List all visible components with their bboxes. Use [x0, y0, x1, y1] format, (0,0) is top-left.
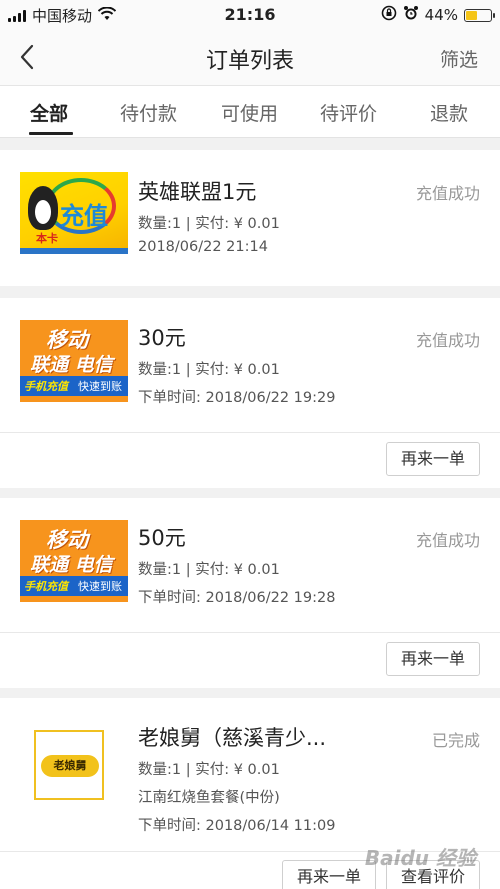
order-tabs: 全部 待付款 可使用 待评价 退款 — [0, 86, 500, 138]
divider — [0, 432, 500, 433]
product-thumbnail: 移动 联通 电信 手机充值 快速到账 — [20, 520, 128, 602]
tab-refund[interactable]: 退款 — [430, 99, 468, 126]
thumb-bar-text: 手机充值 — [24, 580, 68, 593]
battery-percent: 44% — [424, 6, 458, 24]
page-title: 订单列表 — [205, 49, 294, 74]
alarm-icon — [403, 5, 419, 25]
order-card[interactable]: 移动 联通 电信 手机充值 快速到账 50元 充值成功 数量:1 | 实付: ¥… — [0, 498, 500, 688]
tab-usable[interactable]: 可使用 — [221, 99, 278, 126]
rotation-lock-icon — [381, 5, 397, 25]
thumb-text: 充值 — [60, 202, 108, 230]
order-item: 江南红烧鱼套餐(中份) — [138, 790, 280, 806]
brand-logo: 老娘舅 — [41, 755, 99, 777]
order-status: 已完成 — [431, 731, 480, 750]
order-quantity-paid: 数量:1 | 实付: ¥ 0.01 — [138, 562, 280, 578]
active-tab-indicator — [29, 132, 73, 135]
thumb-text-mid: 联通 电信 — [30, 354, 113, 376]
order-card[interactable]: 充值 本卡 英雄联盟1元 充值成功 数量:1 | 实付: ¥ 0.01 2018… — [0, 150, 500, 286]
reorder-button[interactable]: 再来一单 — [282, 860, 376, 889]
order-quantity-paid: 数量:1 | 实付: ¥ 0.01 — [138, 762, 280, 778]
divider — [0, 632, 500, 633]
order-title: 50元 — [138, 526, 186, 550]
tab-all[interactable]: 全部 — [30, 99, 68, 126]
order-time: 下单时间: 2018/06/22 19:29 — [138, 390, 336, 406]
thumb-bar-text: 手机充值 — [24, 380, 68, 393]
thumb-bar-text: 快速到账 — [78, 380, 122, 393]
order-time: 下单时间: 2018/06/22 19:28 — [138, 590, 336, 606]
order-status: 充值成功 — [415, 531, 480, 550]
status-right: 44% — [381, 5, 495, 25]
nav-bar: 订单列表 筛选 — [0, 30, 500, 86]
product-thumbnail: 充值 本卡 — [20, 172, 128, 254]
tab-pending-payment[interactable]: 待付款 — [120, 99, 177, 126]
order-time: 下单时间: 2018/06/14 11:09 — [138, 818, 336, 834]
order-status: 充值成功 — [415, 184, 480, 203]
order-title: 老娘舅（慈溪青少... — [138, 726, 327, 750]
reorder-button[interactable]: 再来一单 — [386, 442, 480, 476]
watermark: Baidu 经验 — [364, 846, 476, 870]
penguin-image — [28, 186, 58, 230]
order-title: 英雄联盟1元 — [138, 180, 257, 204]
thumb-text-mid: 联通 电信 — [30, 554, 113, 576]
status-bar: 中国移动 21:16 44% — [0, 0, 500, 30]
thumb-bar-text: 快速到账 — [78, 580, 122, 593]
battery-icon — [464, 8, 495, 22]
product-thumbnail: 移动 联通 电信 手机充值 快速到账 — [20, 320, 128, 402]
order-time: 2018/06/22 21:14 — [138, 239, 268, 255]
order-title: 30元 — [138, 326, 186, 350]
tab-pending-review[interactable]: 待评价 — [320, 99, 377, 126]
order-card[interactable]: 移动 联通 电信 手机充值 快速到账 30元 充值成功 数量:1 | 实付: ¥… — [0, 298, 500, 488]
order-quantity-paid: 数量:1 | 实付: ¥ 0.01 — [138, 216, 280, 232]
order-status: 充值成功 — [415, 331, 480, 350]
reorder-button[interactable]: 再来一单 — [386, 642, 480, 676]
battery-fill — [466, 10, 477, 20]
order-quantity-paid: 数量:1 | 实付: ¥ 0.01 — [138, 362, 280, 378]
product-thumbnail: 老娘舅 — [20, 726, 128, 808]
filter-button[interactable]: 筛选 — [440, 45, 478, 72]
thumb-subtext: 本卡 — [36, 232, 58, 245]
